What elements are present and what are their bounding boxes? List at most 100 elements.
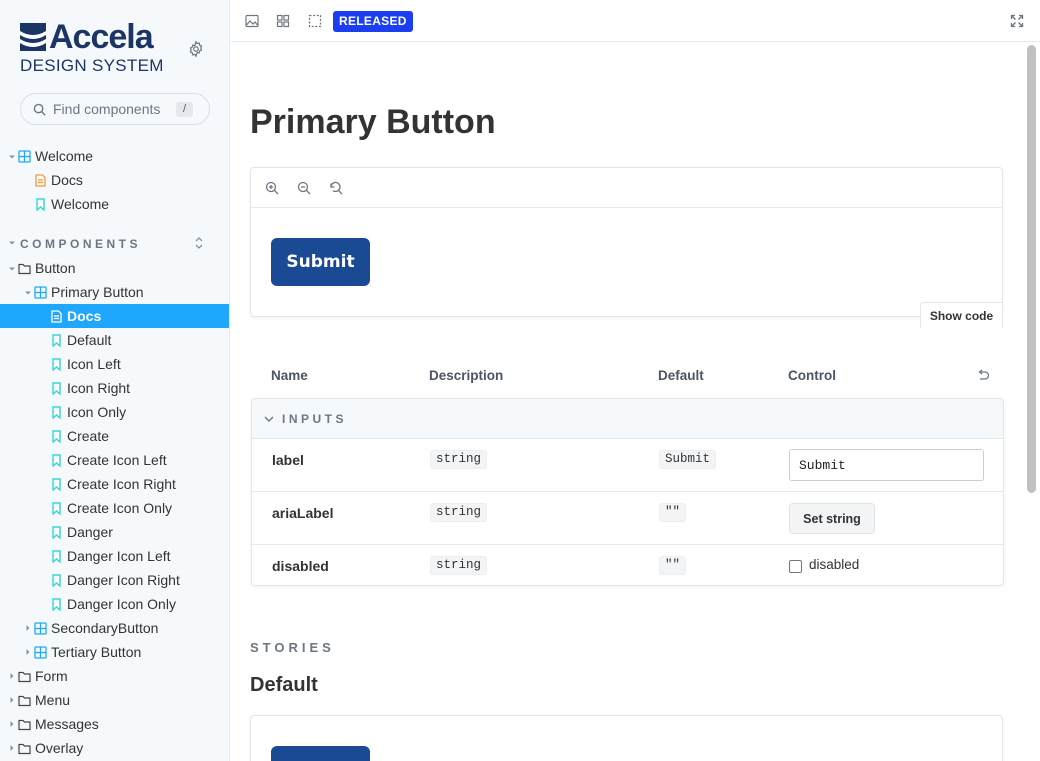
shortcut-key: / [176, 102, 193, 117]
sidebar-item-story[interactable]: Danger Icon Only [0, 592, 229, 616]
chevron-right-icon [10, 745, 14, 751]
document-icon [51, 310, 62, 323]
sidebar-item-story[interactable]: Default [0, 328, 229, 352]
sidebar-item-tertiary-button[interactable]: Tertiary Button [0, 640, 229, 664]
sidebar-item-form-folder[interactable]: Form [0, 664, 229, 688]
sidebar-item-primary-docs[interactable]: Docs [0, 304, 229, 328]
sidebar-item-label: Button [35, 260, 76, 276]
arg-default: "" [659, 503, 687, 522]
sidebar-item-menu-folder[interactable]: Menu [0, 688, 229, 712]
sidebar-item-story[interactable]: Create [0, 424, 229, 448]
chevron-down-icon [9, 241, 15, 245]
set-string-button[interactable]: Set string [789, 503, 875, 534]
docs-content: Primary Button Submit Show code Name Des… [231, 43, 1024, 761]
bookmark-icon [52, 454, 61, 467]
bookmark-icon [52, 598, 61, 611]
table-row: disabled string "" disabled [252, 545, 1003, 585]
search-box[interactable]: / [20, 93, 210, 125]
document-icon [35, 174, 46, 187]
reset-controls-icon[interactable] [976, 369, 990, 383]
bookmark-icon [52, 406, 61, 419]
sidebar-item-welcome-group[interactable]: Welcome [0, 144, 229, 168]
sidebar-item-label: Docs [51, 172, 83, 188]
checkbox-label: disabled [809, 557, 860, 572]
sidebar-item-welcome-docs[interactable]: Docs [0, 168, 229, 192]
sidebar-item-story[interactable]: Icon Left [0, 352, 229, 376]
arg-default: Submit [659, 450, 717, 469]
submit-button[interactable]: Submit [271, 238, 370, 286]
show-code-button[interactable]: Show code [920, 302, 1003, 328]
sidebar-item-label: Icon Right [67, 380, 131, 396]
sidebar-item-label: Danger [67, 524, 113, 540]
sidebar-item-story[interactable]: Danger [0, 520, 229, 544]
component-icon [18, 150, 31, 163]
bookmark-icon [52, 502, 61, 515]
chevron-right-icon [26, 649, 30, 655]
bookmark-icon [52, 334, 61, 347]
sidebar-item-label: Create [67, 428, 110, 444]
group-label: INPUTS [282, 412, 348, 426]
sidebar-item-label: Docs [67, 308, 102, 324]
sidebar-item-messages-folder[interactable]: Messages [0, 712, 229, 736]
brand-logo[interactable]: Accela DESIGN SYSTEM [20, 20, 164, 76]
search-input[interactable] [53, 101, 173, 117]
sidebar-item-overlay-folder[interactable]: Overlay [0, 736, 229, 760]
label-control-input[interactable]: Submit [789, 449, 984, 481]
preview-toolbar [251, 168, 1002, 208]
sidebar-item-secondary-button[interactable]: SecondaryButton [0, 616, 229, 640]
sidebar-item-story[interactable]: Create Icon Only [0, 496, 229, 520]
submit-button[interactable] [271, 746, 370, 761]
component-icon [34, 646, 47, 659]
sidebar-item-story[interactable]: Danger Icon Right [0, 568, 229, 592]
sidebar-item-label: Tertiary Button [51, 644, 142, 660]
outline-icon[interactable] [308, 14, 322, 28]
search-icon [33, 103, 46, 116]
sidebar-section-components[interactable]: COMPONENTS [0, 232, 229, 254]
bookmark-icon [52, 358, 61, 371]
folder-icon [18, 743, 31, 755]
sidebar-item-label: Icon Left [67, 356, 121, 372]
arg-type: string [430, 556, 488, 575]
arg-type: string [430, 503, 488, 522]
status-badge: RELEASED [333, 11, 413, 32]
chevron-down-icon [9, 155, 15, 159]
scrollbar-thumb[interactable] [1027, 45, 1036, 493]
expand-collapse-icon[interactable] [194, 236, 204, 250]
image-icon[interactable] [245, 14, 259, 28]
sidebar-item-label: Menu [35, 692, 71, 708]
bookmark-icon [52, 478, 61, 491]
args-table: INPUTS label string Submit Submit ariaLa… [251, 398, 1004, 586]
inputs-group-header[interactable]: INPUTS [252, 399, 1003, 439]
folder-icon [18, 719, 31, 731]
bookmark-icon [36, 198, 45, 211]
zoom-reset-icon[interactable] [329, 181, 343, 195]
sidebar: Accela DESIGN SYSTEM / Welcome Docs Welc… [0, 0, 230, 761]
table-row: label string Submit Submit [252, 439, 1003, 492]
brand-name: Accela [49, 18, 154, 56]
zoom-out-icon[interactable] [297, 181, 311, 195]
sidebar-item-story[interactable]: Danger Icon Left [0, 544, 229, 568]
sidebar-item-primary-button[interactable]: Primary Button [0, 280, 229, 304]
grid-icon[interactable] [276, 14, 290, 28]
column-header-description: Description [429, 368, 504, 383]
sidebar-item-story[interactable]: Create Icon Left [0, 448, 229, 472]
sidebar-item-label: Welcome [35, 148, 94, 164]
sidebar-item-story[interactable]: Icon Right [0, 376, 229, 400]
chevron-down-icon [264, 416, 274, 422]
zoom-in-icon[interactable] [265, 181, 279, 195]
sidebar-item-welcome-story[interactable]: Welcome [0, 192, 229, 216]
sidebar-item-story[interactable]: Create Icon Right [0, 472, 229, 496]
sidebar-item-button-folder[interactable]: Button [0, 256, 229, 280]
bookmark-icon [52, 382, 61, 395]
table-row: ariaLabel string "" Set string [252, 492, 1003, 545]
bookmark-icon [52, 430, 61, 443]
page-title: Primary Button [250, 103, 496, 141]
sidebar-item-label: Welcome [51, 196, 110, 212]
sidebar-item-story[interactable]: Icon Only [0, 400, 229, 424]
gear-icon[interactable] [187, 40, 205, 58]
sidebar-item-label: Create Icon Left [67, 452, 167, 468]
disabled-checkbox[interactable] [789, 560, 802, 573]
story-title: Default [250, 674, 318, 696]
fullscreen-icon[interactable] [1010, 14, 1024, 28]
chevron-right-icon [26, 625, 30, 631]
